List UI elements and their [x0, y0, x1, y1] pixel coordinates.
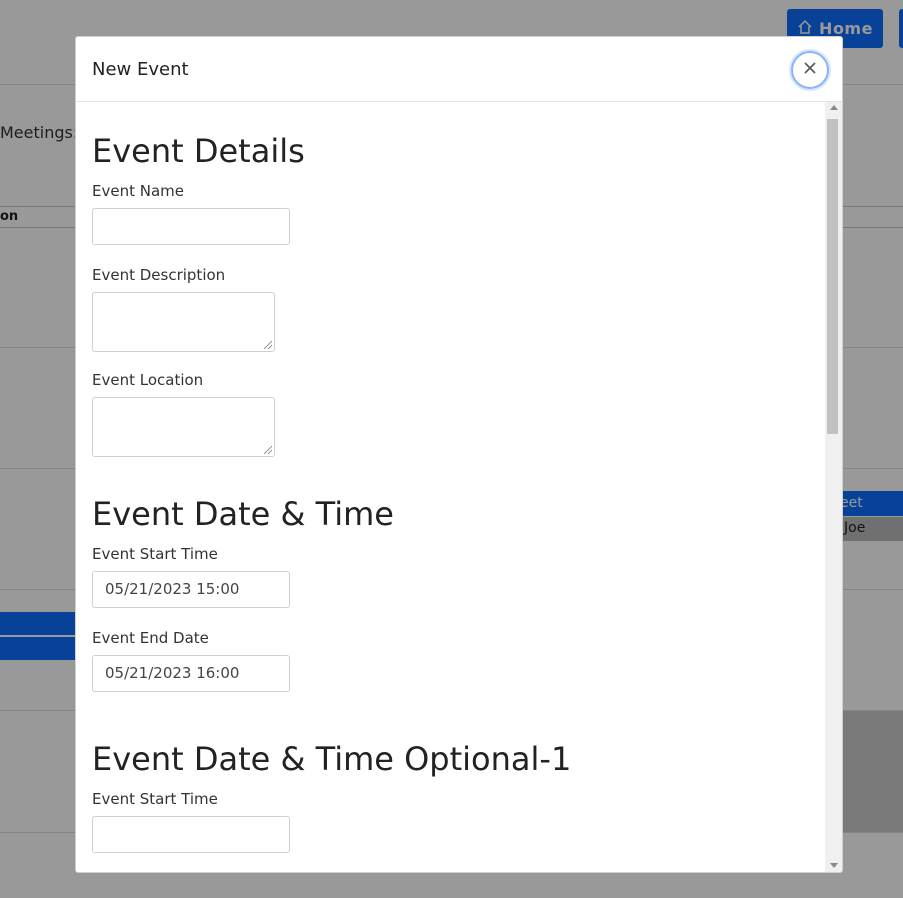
- event-name-input[interactable]: [92, 208, 290, 245]
- event-end-date-label: Event End Date: [92, 629, 209, 647]
- event-start-time-label: Event Start Time: [92, 545, 218, 563]
- resize-grip-icon[interactable]: [264, 341, 272, 349]
- scroll-up-icon[interactable]: [830, 105, 838, 110]
- section-title-event-date-time: Event Date & Time: [92, 495, 394, 533]
- event-end-date-input[interactable]: 05/21/2023 16:00: [92, 655, 290, 692]
- close-icon: [802, 60, 818, 80]
- event-location-textarea[interactable]: [92, 397, 275, 457]
- resize-grip-icon[interactable]: [264, 446, 272, 454]
- modal-body: Event Details Event Name Event Descripti…: [76, 102, 825, 872]
- section-title-event-date-time-optional-1: Event Date & Time Optional-1: [92, 740, 572, 778]
- scroll-down-icon[interactable]: [830, 863, 838, 868]
- new-event-modal: New Event Event Details Event Name Event…: [75, 36, 843, 873]
- close-button[interactable]: [791, 51, 829, 89]
- event-location-label: Event Location: [92, 371, 204, 389]
- modal-scrollbar[interactable]: [825, 102, 842, 872]
- optional-start-time-input[interactable]: [92, 816, 290, 853]
- modal-header: New Event: [76, 37, 842, 102]
- event-description-label: Event Description: [92, 266, 226, 284]
- event-start-time-input[interactable]: 05/21/2023 15:00: [92, 571, 290, 608]
- modal-title: New Event: [92, 59, 189, 80]
- scroll-thumb[interactable]: [827, 119, 838, 434]
- optional-start-time-label: Event Start Time: [92, 790, 218, 808]
- event-name-label: Event Name: [92, 182, 184, 200]
- event-description-textarea[interactable]: [92, 292, 275, 352]
- section-title-event-details: Event Details: [92, 132, 305, 170]
